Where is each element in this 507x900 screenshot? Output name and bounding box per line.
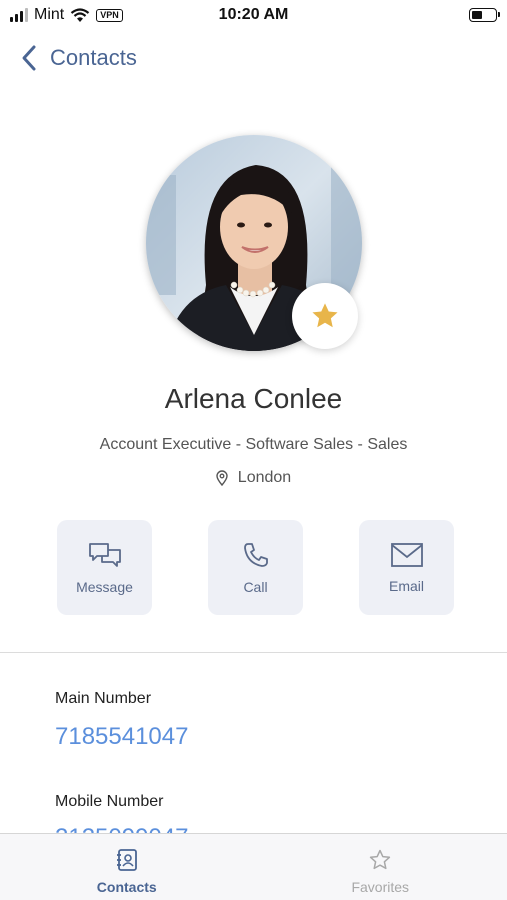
battery-icon bbox=[469, 8, 500, 22]
action-buttons: Message Call Email bbox=[57, 520, 454, 615]
tab-contacts-label: Contacts bbox=[96, 879, 157, 895]
tab-bar: Contacts Favorites bbox=[0, 833, 507, 900]
message-button[interactable]: Message bbox=[57, 520, 152, 615]
contact-location: London bbox=[0, 469, 507, 487]
tab-contacts[interactable]: Contacts bbox=[0, 834, 254, 900]
email-button[interactable]: Email bbox=[359, 520, 454, 615]
contact-title: Account Executive - Software Sales - Sal… bbox=[99, 436, 408, 453]
email-label: Email bbox=[388, 577, 424, 594]
avatar-wrap bbox=[146, 135, 362, 351]
mobile-number-clip: 2125099047 bbox=[0, 820, 507, 834]
tab-favorites-label: Favorites bbox=[351, 879, 410, 895]
battery-level bbox=[472, 11, 482, 19]
status-time: 10:20 AM bbox=[218, 6, 289, 23]
main-number-label: Main Number bbox=[55, 690, 152, 707]
main-number-value[interactable]: 7185541047 bbox=[55, 723, 188, 751]
mobile-number-label: Mobile Number bbox=[55, 793, 164, 810]
message-icon bbox=[88, 542, 121, 567]
mail-icon bbox=[390, 542, 423, 567]
status-bar: Mint VPN 10:20 AM bbox=[0, 0, 507, 30]
contacts-icon bbox=[116, 849, 137, 871]
star-outline-icon bbox=[370, 849, 391, 870]
call-label: Call bbox=[243, 578, 268, 595]
contact-name: Arlena Conlee bbox=[164, 383, 343, 414]
back-label: Contacts bbox=[50, 45, 137, 70]
tab-favorites[interactable]: Favorites bbox=[254, 834, 507, 900]
location-pin-icon bbox=[216, 470, 228, 486]
call-button[interactable]: Call bbox=[208, 520, 303, 615]
divider bbox=[0, 652, 507, 653]
message-label: Message bbox=[76, 578, 133, 595]
chevron-left-icon bbox=[22, 45, 36, 71]
back-button[interactable]: Contacts bbox=[20, 44, 137, 72]
phone-icon bbox=[243, 542, 268, 567]
star-filled-icon bbox=[312, 303, 338, 328]
favorite-toggle[interactable] bbox=[292, 283, 358, 349]
location-label: London bbox=[237, 469, 292, 486]
